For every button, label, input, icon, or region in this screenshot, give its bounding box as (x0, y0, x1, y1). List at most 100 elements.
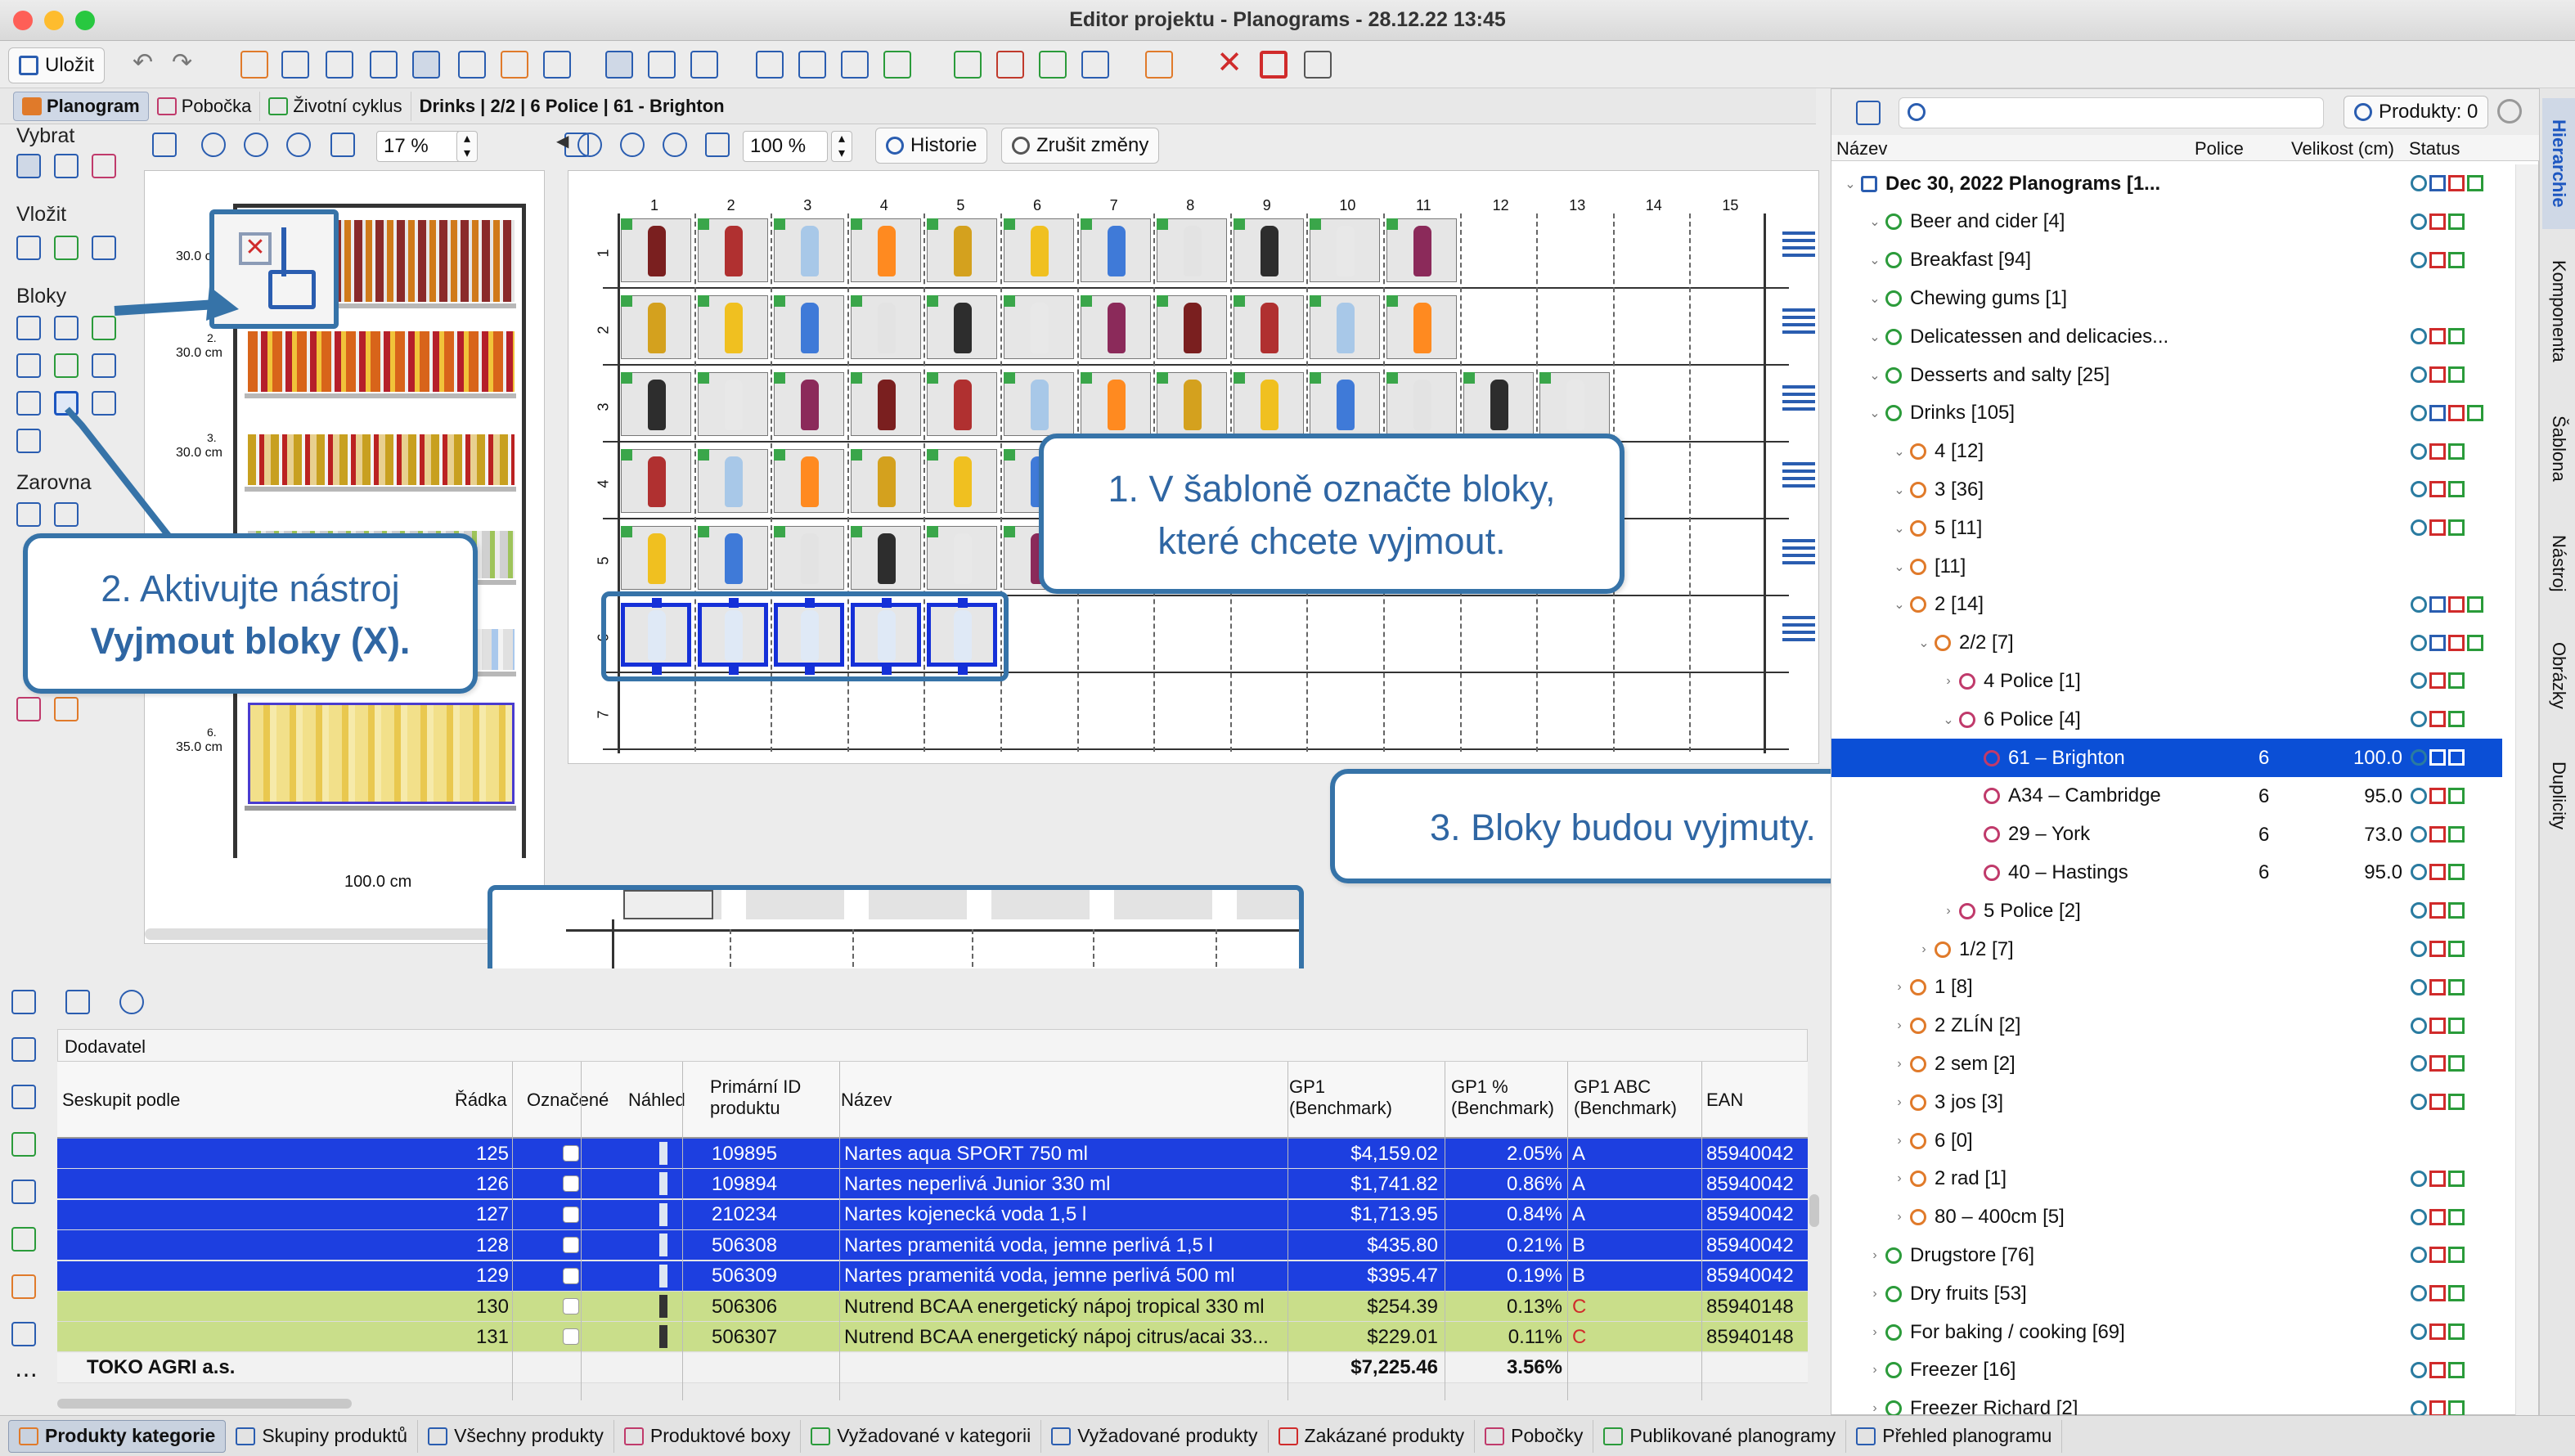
vertical-tab[interactable]: Obrázky (2542, 618, 2575, 733)
expand-arrow-icon[interactable]: › (1864, 1363, 1885, 1377)
col-row[interactable]: Řádka (455, 1090, 507, 1111)
marked-checkbox[interactable] (563, 1298, 579, 1314)
tree-item[interactable]: ⌄ Delicatessen and delicacies... (1831, 317, 2502, 356)
xo-export-icon[interactable] (11, 1274, 36, 1299)
col-gp1-abc[interactable]: GP1 ABC (Benchmark) (1574, 1076, 1696, 1119)
tree-item[interactable]: ⌄ Dec 30, 2022 Planograms [1... (1831, 164, 2502, 203)
expand-arrow-icon[interactable]: ⌄ (1864, 367, 1885, 384)
table-row[interactable]: 125 109895 Nartes aqua SPORT 750 ml $4,159.… (57, 1139, 1808, 1169)
tree-item[interactable]: A34 – Cambridge 6 95.0 (1831, 777, 2502, 816)
expand-arrow-icon[interactable]: ⌄ (1864, 213, 1885, 230)
bottom-tab[interactable]: Publikované planogramy (1593, 1419, 1847, 1453)
tree-item[interactable]: › Freezer [16] (1831, 1351, 2502, 1390)
expand-arrow-icon[interactable]: › (1889, 1210, 1910, 1225)
csv-icon[interactable] (11, 1322, 36, 1346)
bottom-tab[interactable]: Vyžadované produkty (1041, 1419, 1269, 1453)
expand-arrow-icon[interactable]: ⌄ (1864, 329, 1885, 345)
marked-checkbox[interactable] (563, 1175, 579, 1193)
hierarchy-table-icon[interactable] (1856, 101, 1881, 125)
marked-checkbox[interactable] (563, 1328, 579, 1346)
expand-arrow-icon[interactable]: › (1889, 980, 1910, 995)
expand-arrow-icon[interactable]: › (1864, 1287, 1885, 1301)
tree-item[interactable]: › 5 Police [2] (1831, 892, 2502, 930)
vertical-tab[interactable]: Duplicity (2542, 743, 2575, 849)
tree-item[interactable]: › Dry fruits [53] (1831, 1274, 2502, 1313)
col-ean[interactable]: EAN (1706, 1090, 1743, 1111)
table-vscrollbar[interactable] (1809, 1194, 1819, 1227)
tree-item[interactable]: ⌄ 2/2 [7] (1831, 624, 2502, 663)
col-group[interactable]: Seskupit podle (62, 1090, 180, 1111)
expand-arrow-icon[interactable]: ⌄ (1913, 635, 1935, 651)
tree-item[interactable]: ⌄ [11] (1831, 547, 2502, 586)
products-filter-button[interactable]: Produkty: 0 (2344, 96, 2489, 128)
expand-arrow-icon[interactable]: ⌄ (1864, 405, 1885, 421)
table-row[interactable]: 130 506306 Nutrend BCAA energetický nápoj … (57, 1292, 1808, 1322)
tree-item[interactable]: › 2 sem [2] (1831, 1045, 2502, 1083)
expand-arrow-icon[interactable]: › (1889, 1095, 1910, 1110)
marked-checkbox[interactable] (563, 1206, 579, 1223)
table-search-icon[interactable] (119, 990, 144, 1014)
bottom-tab[interactable]: Všechny produkty (418, 1419, 614, 1453)
bottom-tab[interactable]: Produkty kategorie (8, 1419, 227, 1453)
copy-icon[interactable] (11, 1037, 36, 1062)
tree-item[interactable]: ⌄ Breakfast [94] (1831, 241, 2502, 280)
col-gp1[interactable]: GP1 (Benchmark) (1289, 1076, 1420, 1119)
tree-item[interactable]: ⌄ 4 [12] (1831, 433, 2502, 471)
tree-item[interactable]: ⌄ 3 [36] (1831, 470, 2502, 509)
tree-item[interactable]: ⌄ 5 [11] (1831, 509, 2502, 547)
hierarchy-scrollbar[interactable] (2515, 164, 2538, 1416)
expand-arrow-icon[interactable]: › (1864, 1401, 1885, 1416)
col-hier-status[interactable]: Status (2409, 138, 2460, 160)
col-hier-name[interactable]: Název (1836, 138, 1887, 160)
vertical-tab[interactable]: Šablona (2542, 391, 2575, 506)
col-primary-id[interactable]: Primární ID produktu (710, 1076, 833, 1119)
expand-arrow-icon[interactable]: › (1889, 1018, 1910, 1033)
expand-arrow-icon[interactable]: ⌄ (1864, 252, 1885, 268)
bottom-tab[interactable]: Vyžadované v kategorii (801, 1419, 1042, 1453)
bottom-tab[interactable]: Produktové boxy (614, 1419, 802, 1453)
hierarchy-search-input[interactable] (1899, 97, 2324, 128)
vertical-tab[interactable]: Komponenta (2542, 239, 2575, 383)
xo-list-icon[interactable] (11, 1227, 36, 1252)
tree-item[interactable]: ⌄ Beer and cider [4] (1831, 203, 2502, 241)
table-hscrollbar[interactable] (57, 1399, 352, 1409)
expand-arrow-icon[interactable]: › (1938, 904, 1959, 919)
tree-item[interactable]: › 1/2 [7] (1831, 930, 2502, 968)
expand-arrow-icon[interactable]: › (1889, 1057, 1910, 1072)
table-row[interactable]: 126 109894 Nartes neperlivá Junior 330 ml $… (57, 1169, 1808, 1200)
expand-arrow-icon[interactable]: › (1913, 942, 1935, 957)
tree-item[interactable]: 40 – Hastings 6 95.0 (1831, 853, 2502, 892)
expand-arrow-icon[interactable]: › (1889, 1171, 1910, 1186)
marked-checkbox[interactable] (563, 1145, 579, 1162)
table-settings-icon[interactable] (65, 990, 90, 1014)
expand-arrow-icon[interactable]: › (1889, 1134, 1910, 1148)
expand-arrow-icon[interactable]: ⌄ (1840, 176, 1861, 192)
expand-arrow-icon[interactable]: ⌄ (1889, 559, 1910, 575)
table-row[interactable]: 131 506307 Nutrend BCAA energetický nápoj … (57, 1322, 1808, 1353)
bottom-tab[interactable]: Přehled planogramu (1846, 1419, 2063, 1453)
col-preview[interactable]: Náhled (628, 1090, 685, 1111)
col-hier-size[interactable]: Velikost (cm) (2291, 138, 2394, 160)
marked-checkbox[interactable] (563, 1267, 579, 1284)
bottom-tab[interactable]: Pobočky (1475, 1419, 1594, 1453)
col-gp1-pct[interactable]: GP1 % (Benchmark) (1451, 1076, 1566, 1119)
flag-list-icon[interactable] (11, 1132, 36, 1157)
tree-item[interactable]: › 4 Police [1] (1831, 662, 2502, 700)
tree-item[interactable]: ⌄ 6 Police [4] (1831, 700, 2502, 739)
tree-item[interactable]: › 1 [8] (1831, 968, 2502, 1007)
col-name[interactable]: Název (841, 1090, 892, 1111)
vertical-tab[interactable]: Hierarchie (2542, 98, 2575, 229)
check-list-icon[interactable] (11, 990, 36, 1014)
refresh-icon[interactable] (2497, 99, 2522, 124)
expand-arrow-icon[interactable]: ⌄ (1889, 443, 1910, 460)
tree-item[interactable]: ⌄ Desserts and salty [25] (1831, 356, 2502, 394)
expand-arrow-icon[interactable]: ⌄ (1864, 290, 1885, 307)
expand-arrow-icon[interactable]: › (1864, 1325, 1885, 1340)
tree-item[interactable]: › 2 rad [1] (1831, 1160, 2502, 1198)
expand-arrow-icon[interactable]: ⌄ (1938, 712, 1959, 728)
table-row[interactable]: 129 506309 Nartes pramenitá voda, jemne pe… (57, 1261, 1808, 1292)
vertical-tab[interactable]: Nástroj (2542, 515, 2575, 612)
tree-item[interactable]: ⌄ Drinks [105] (1831, 394, 2502, 433)
tree-item[interactable]: › Drugstore [76] (1831, 1236, 2502, 1274)
doc-icon[interactable] (11, 1180, 36, 1204)
